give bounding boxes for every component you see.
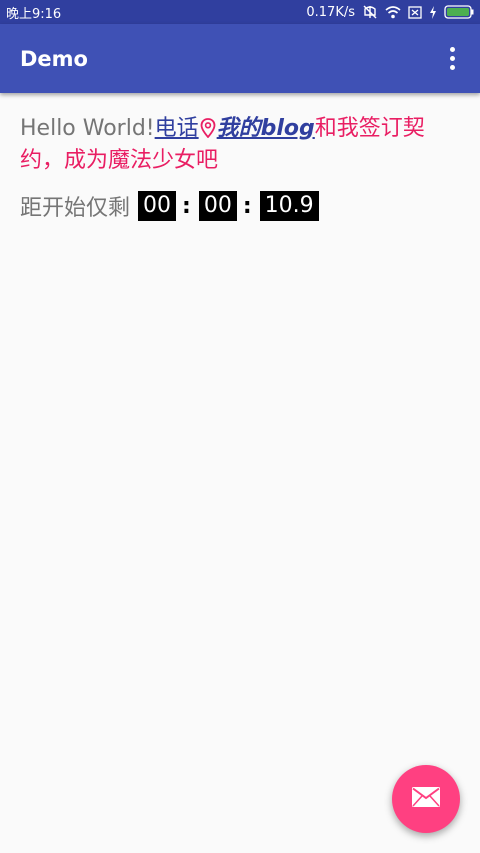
- main-content: Hello World!电话 我的blog和我签订契约，成为魔法少女吧 距开始仅剩…: [20, 114, 460, 221]
- phone-link[interactable]: 电话: [155, 116, 199, 141]
- rich-text-paragraph: Hello World!电话 我的blog和我签订契约，成为魔法少女吧: [20, 114, 460, 175]
- charging-icon: [429, 5, 437, 19]
- hello-text: Hello World!: [20, 116, 155, 141]
- blog-link[interactable]: 我的blog: [217, 116, 315, 141]
- mail-icon: [411, 786, 441, 812]
- countdown-separator: :: [242, 193, 252, 219]
- countdown: 距开始仅剩 00 : 00 : 10.9: [20, 191, 460, 221]
- sim-icon: [408, 5, 422, 19]
- app-title: Demo: [20, 46, 88, 71]
- network-speed: 0.17K/s: [306, 4, 355, 20]
- status-bar: 晚上9:16 0.17K/s: [0, 0, 480, 24]
- battery-icon: [444, 5, 474, 19]
- mail-fab-button[interactable]: [392, 765, 460, 833]
- countdown-minutes: 00: [198, 191, 237, 221]
- wifi-icon: [385, 5, 401, 19]
- countdown-hours: 00: [138, 191, 177, 221]
- location-pin-icon: [200, 117, 216, 146]
- mute-icon: [362, 5, 378, 19]
- status-icons: 0.17K/s: [306, 5, 474, 20]
- countdown-label: 距开始仅剩: [20, 196, 131, 221]
- countdown-separator: :: [182, 193, 191, 219]
- status-time: 晚上9:16: [6, 6, 62, 22]
- app-bar: Demo: [0, 24, 480, 93]
- more-vert-icon[interactable]: [440, 39, 464, 79]
- countdown-seconds: 10.9: [259, 191, 319, 221]
